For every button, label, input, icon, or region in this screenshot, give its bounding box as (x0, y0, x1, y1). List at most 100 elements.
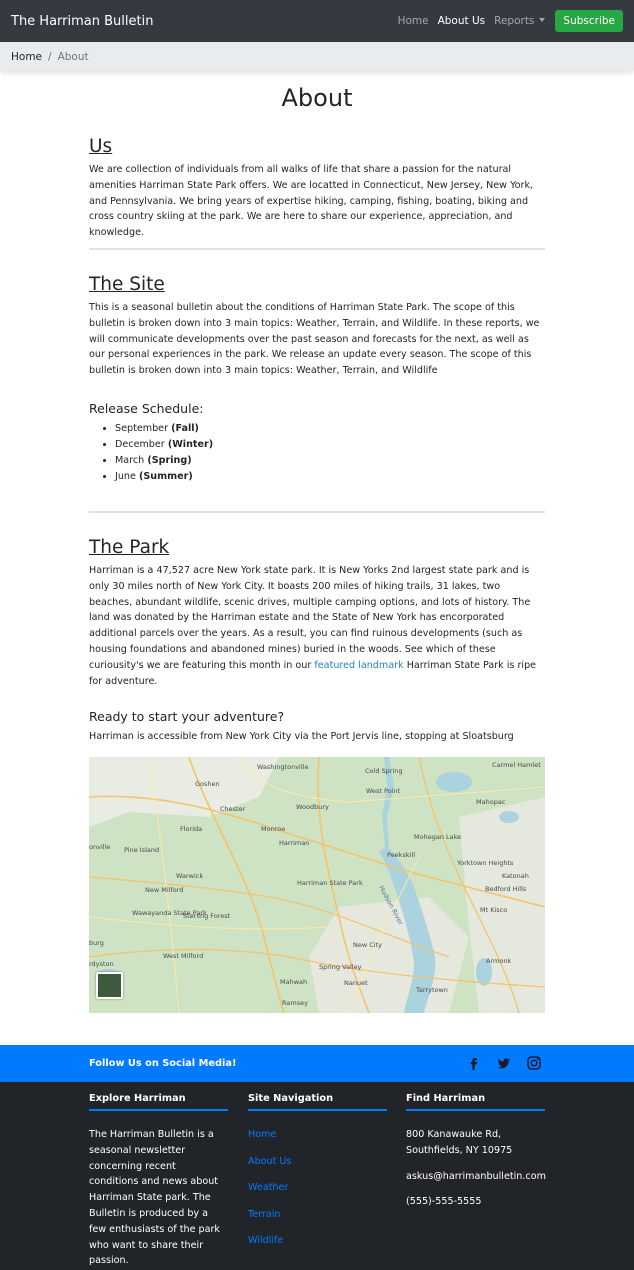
map-label: Washingtonville (257, 763, 308, 771)
nav-links: Home About Us Reports Subscribe (389, 10, 623, 32)
footer-navigation-heading: Site Navigation (248, 1093, 334, 1104)
facebook-icon[interactable] (466, 1055, 482, 1071)
list-item: December (Winter) (115, 437, 545, 453)
footer-link-terrain[interactable]: Terrain (248, 1207, 387, 1234)
page-title: About (281, 84, 353, 112)
list-item: June (Summer) (115, 469, 545, 485)
us-section: Us We are collection of individuals from… (89, 136, 545, 241)
map-label: Pine Island (124, 846, 159, 854)
map-label: West Point (366, 787, 401, 795)
brand-title[interactable]: The Harriman Bulletin (11, 14, 153, 29)
map-label: Nanuet (344, 979, 368, 987)
map-graphic: Washingtonville Cold Spring Carmel Hamle… (89, 757, 545, 1013)
footer-find-heading: Find Harriman (406, 1093, 486, 1104)
map-label: Harriman State Park (297, 879, 363, 887)
map-label: Carmel Hamlet (492, 761, 541, 769)
map-satellite-toggle[interactable] (96, 972, 123, 999)
schedule-month: September (115, 422, 169, 434)
map-label: Yorktown Heights (456, 859, 514, 867)
nav-home-link[interactable]: Home (398, 15, 429, 27)
us-text: We are collection of individuals from al… (89, 164, 534, 239)
map-label: Mahopac (476, 798, 506, 806)
release-schedule-list: September (Fall) December (Winter) March… (89, 421, 545, 485)
site-heading: The Site (89, 274, 165, 295)
footer-navigation-column: Site Navigation Home About Us Weather Te… (248, 1093, 387, 1260)
map-label: Bedford Hills (485, 885, 527, 893)
schedule-month: June (115, 470, 136, 482)
map-label: Goshen (195, 780, 220, 788)
nav-reports-dropdown[interactable]: Reports (494, 15, 546, 27)
subscribe-button[interactable]: Subscribe (555, 10, 623, 32)
map-label: Peekskill (387, 851, 415, 859)
footer-find-column: Find Harriman 800 Kanawauke Rd, Southfie… (406, 1093, 546, 1210)
footer-link-about[interactable]: About Us (248, 1154, 387, 1181)
map-label: Cold Spring (365, 767, 403, 775)
social-text: Follow Us on Social Media! (89, 1058, 237, 1069)
list-item: March (Spring) (115, 453, 545, 469)
map-label: Chester (220, 805, 246, 813)
social-bar: Follow Us on Social Media! (0, 1045, 634, 1082)
footer-heading-underline (248, 1109, 387, 1111)
list-item: September (Fall) (115, 421, 545, 437)
footer-email: askus@harrimanbulletin.com (406, 1170, 546, 1182)
breadcrumb-separator: / (48, 50, 52, 63)
schedule-month: March (115, 454, 145, 466)
footer-link-home[interactable]: Home (248, 1127, 387, 1154)
map-label: onville (89, 843, 110, 851)
schedule-season: (Fall) (171, 422, 199, 434)
social-icons (466, 1055, 542, 1071)
schedule-month: December (115, 438, 165, 450)
schedule-season: (Summer) (138, 470, 193, 482)
map-label: Spring Valley (319, 963, 362, 971)
breadcrumb-home-link[interactable]: Home (11, 51, 42, 63)
embedded-map[interactable]: Washingtonville Cold Spring Carmel Hamle… (89, 757, 545, 1013)
map-label: New City (353, 941, 382, 949)
footer-nav-links: Home About Us Weather Terrain Wildlife (248, 1127, 387, 1260)
map-label: Armonk (486, 957, 511, 965)
site-section: The Site This is a seasonal bulletin abo… (89, 274, 545, 485)
adventure-text: Harriman is accessible from New York Cit… (89, 731, 514, 743)
breadcrumb: Home / About (0, 42, 634, 71)
section-divider (89, 248, 545, 250)
footer-link-wildlife[interactable]: Wildlife (248, 1233, 387, 1260)
instagram-icon[interactable] (526, 1055, 542, 1071)
adventure-heading: Ready to start your adventure? (89, 709, 285, 725)
park-section: The Park Harriman is a 47,527 acre New Y… (89, 537, 545, 745)
map-label: Ramsey (282, 999, 308, 1007)
site-text: This is a seasonal bulletin about the co… (89, 302, 540, 377)
map-label: Florida (180, 825, 202, 833)
park-text-part: Harriman is a 47,527 acre New York state… (89, 565, 531, 671)
map-label: burg (89, 939, 104, 947)
footer: Explore Harriman The Harriman Bulletin i… (0, 1082, 634, 1270)
footer-link-weather[interactable]: Weather (248, 1180, 387, 1207)
map-label: Monroe (261, 825, 285, 833)
map-label: New Milford (145, 886, 183, 894)
map-label: Mahwah (280, 978, 307, 986)
nav-about-link[interactable]: About Us (438, 15, 486, 27)
release-schedule-heading: Release Schedule: (89, 400, 204, 416)
map-label: West Milford (163, 952, 203, 960)
breadcrumb-current: About (57, 50, 89, 63)
nav-reports-label: Reports (494, 15, 535, 27)
footer-heading-underline (89, 1109, 228, 1111)
section-divider (89, 511, 545, 513)
map-label: Sterling Forest (183, 912, 231, 920)
map-label: Warwick (176, 872, 203, 880)
footer-explore-heading: Explore Harriman (89, 1093, 186, 1104)
footer-address: 800 Kanawauke Rd, Southfields, NY 10975 (406, 1129, 513, 1156)
schedule-season: (Spring) (147, 454, 192, 466)
park-heading: The Park (89, 537, 170, 558)
twitter-icon[interactable] (496, 1055, 512, 1071)
map-label: Woodbury (296, 803, 329, 811)
footer-explore-text: The Harriman Bulletin is a seasonal news… (89, 1129, 220, 1267)
map-label: rdyston (89, 960, 114, 968)
featured-landmark-link[interactable]: featured landmark (314, 660, 403, 671)
park-text: Harriman is a 47,527 acre New York state… (89, 563, 545, 689)
map-label: Mt Kisco (480, 906, 507, 914)
map-label: Tarrytown (415, 986, 448, 994)
top-navbar: The Harriman Bulletin Home About Us Repo… (0, 0, 634, 42)
map-label: Katonah (502, 872, 529, 880)
footer-explore-column: Explore Harriman The Harriman Bulletin i… (89, 1093, 228, 1269)
map-label: Harriman (279, 839, 309, 847)
schedule-season: (Winter) (167, 438, 214, 450)
